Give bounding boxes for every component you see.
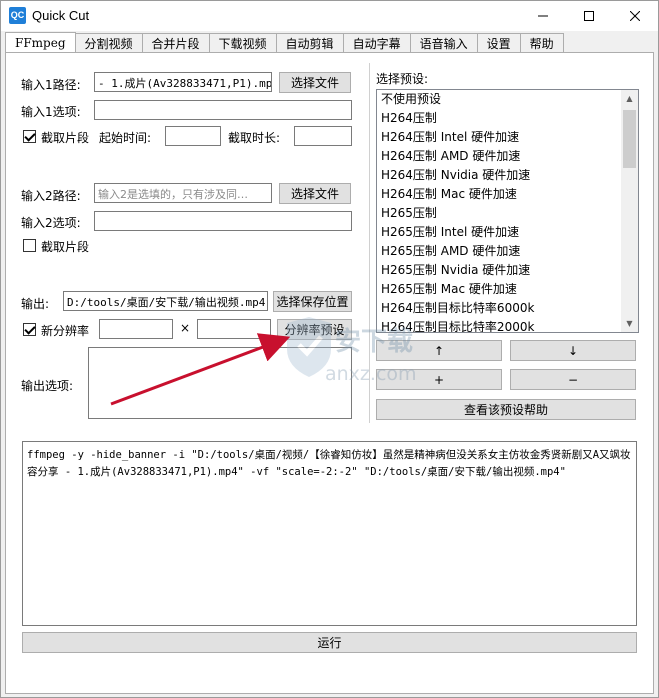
close-icon[interactable] <box>612 1 658 31</box>
output-options-field[interactable] <box>88 347 352 419</box>
preset-list[interactable]: 不使用预设 H264压制 H264压制 Intel 硬件加速 H264压制 AM… <box>376 89 639 333</box>
input1-clip-label: 截取片段 <box>41 131 90 145</box>
list-item[interactable]: H264压制 Mac 硬件加速 <box>377 185 638 204</box>
preset-help-button[interactable]: 查看该预设帮助 <box>376 399 636 420</box>
output-path-field[interactable]: D:/tools/桌面/安下载/输出视频.mp4 <box>63 291 268 311</box>
width-field[interactable] <box>99 319 173 339</box>
window-title: Quick Cut <box>32 8 90 23</box>
list-item[interactable]: 不使用预设 <box>377 90 638 109</box>
title-bar: QC Quick Cut <box>1 1 658 31</box>
tab-auto-edit[interactable]: 自动剪辑 <box>275 33 344 53</box>
tab-bar: FFmpeg 分割视频 合并片段 下载视频 自动剪辑 自动字幕 语音输入 设置 … <box>5 32 564 53</box>
list-item[interactable]: H264压制 Nvidia 硬件加速 <box>377 166 638 185</box>
choose-save-location-button[interactable]: 选择保存位置 <box>273 291 352 312</box>
tab-ffmpeg[interactable]: FFmpeg <box>5 32 76 53</box>
height-field[interactable] <box>197 319 271 339</box>
input1-choose-file-button[interactable]: 选择文件 <box>279 72 351 93</box>
ffmpeg-panel: 输入1路径: - 1.成片(Av328833471,P1).mp4 选择文件 输… <box>5 52 654 694</box>
output-options-label: 输出选项: <box>21 379 74 393</box>
input1-duration-label: 截取时长: <box>228 131 281 145</box>
command-preview[interactable]: ffmpeg -y -hide_banner -i "D:/tools/桌面/视… <box>22 441 637 626</box>
input2-path-field[interactable]: 输入2是选填的，只有涉及同… <box>94 183 272 203</box>
resolution-preset-button[interactable]: 分辨率预设 <box>277 319 352 340</box>
app-logo-icon: QC <box>9 7 26 24</box>
tab-download-video[interactable]: 下载视频 <box>208 33 277 53</box>
vertical-divider <box>369 63 370 423</box>
input1-path-field[interactable]: - 1.成片(Av328833471,P1).mp4 <box>94 72 272 92</box>
run-button[interactable]: 运行 <box>22 632 637 653</box>
list-item[interactable]: H265压制 <box>377 204 638 223</box>
input1-options-label: 输入1选项: <box>21 105 81 119</box>
minimize-icon[interactable] <box>520 1 566 31</box>
app-window: QC Quick Cut FFmpeg 分割视频 合并片段 下载视频 自动剪辑 … <box>0 0 659 698</box>
input1-duration-field[interactable] <box>294 126 352 146</box>
input1-path-label: 输入1路径: <box>21 78 81 92</box>
input2-clip-label: 截取片段 <box>41 240 90 254</box>
output-label: 输出: <box>21 297 50 311</box>
list-item[interactable]: H265压制 AMD 硬件加速 <box>377 242 638 261</box>
list-item[interactable]: H265压制 Intel 硬件加速 <box>377 223 638 242</box>
scroll-thumb[interactable] <box>623 110 636 168</box>
input2-clip-checkbox[interactable] <box>23 239 36 252</box>
input2-path-label: 输入2路径: <box>21 189 81 203</box>
move-up-button[interactable]: ↑ <box>376 340 502 361</box>
list-item[interactable]: H264压制目标比特率2000k <box>377 318 638 332</box>
input1-clip-checkbox[interactable] <box>23 130 36 143</box>
list-item[interactable]: H264压制 AMD 硬件加速 <box>377 147 638 166</box>
tab-split-video[interactable]: 分割视频 <box>74 33 143 53</box>
input2-options-label: 输入2选项: <box>21 216 81 230</box>
list-item[interactable]: H265压制 Nvidia 硬件加速 <box>377 261 638 280</box>
tab-merge-clips[interactable]: 合并片段 <box>141 33 210 53</box>
list-item[interactable]: H264压制 Intel 硬件加速 <box>377 128 638 147</box>
preset-label: 选择预设: <box>376 72 429 86</box>
scroll-down-icon[interactable]: ▼ <box>621 315 638 332</box>
resolution-checkbox[interactable] <box>23 323 36 336</box>
input2-options-field[interactable] <box>94 211 352 231</box>
preset-scrollbar[interactable]: ▲ ▼ <box>621 90 638 332</box>
maximize-icon[interactable] <box>566 1 612 31</box>
input1-start-field[interactable] <box>165 126 221 146</box>
tab-voice-input[interactable]: 语音输入 <box>409 33 478 53</box>
input1-options-field[interactable] <box>94 100 352 120</box>
list-item[interactable]: H265压制 Mac 硬件加速 <box>377 280 638 299</box>
list-item[interactable]: H264压制 <box>377 109 638 128</box>
remove-preset-button[interactable]: − <box>510 369 636 390</box>
tab-settings[interactable]: 设置 <box>476 33 521 53</box>
resolution-label: 新分辨率 <box>41 324 90 338</box>
input2-choose-file-button[interactable]: 选择文件 <box>279 183 351 204</box>
tab-auto-subtitle[interactable]: 自动字幕 <box>342 33 411 53</box>
times-sign: × <box>180 321 191 335</box>
move-down-button[interactable]: ↓ <box>510 340 636 361</box>
scroll-up-icon[interactable]: ▲ <box>621 90 638 107</box>
tab-help[interactable]: 帮助 <box>519 33 564 53</box>
list-item[interactable]: H264压制目标比特率6000k <box>377 299 638 318</box>
input1-start-label: 起始时间: <box>99 131 152 145</box>
add-preset-button[interactable]: + <box>376 369 502 390</box>
